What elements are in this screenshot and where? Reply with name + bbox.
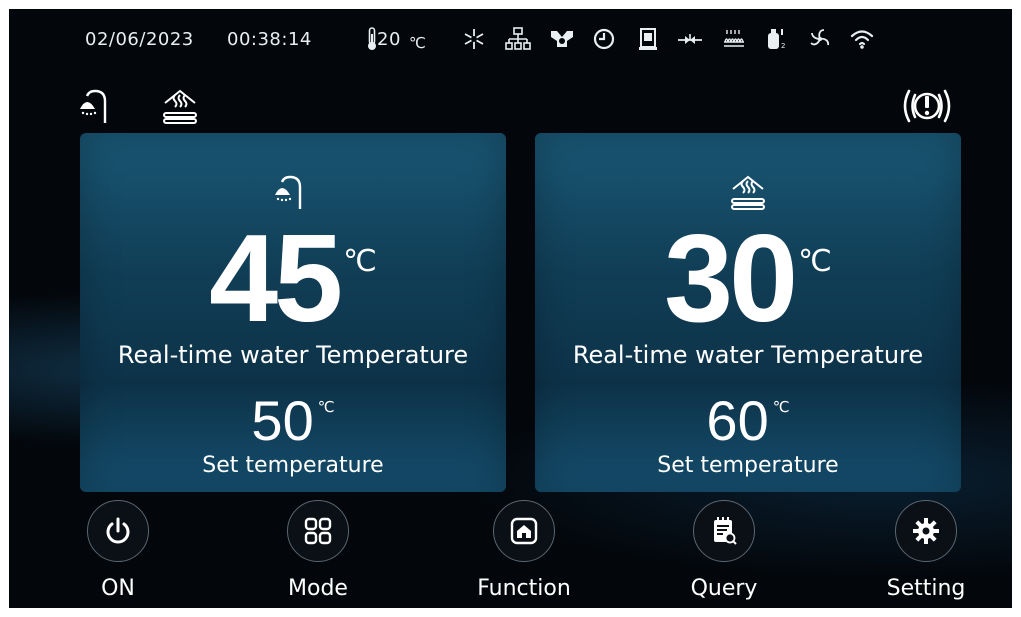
valve-icon <box>677 26 703 52</box>
controller-screen: 02/06/2023 00:38:14 20 ℃ 2 45 ℃ Real-tim… <box>9 9 1012 608</box>
on-button-label: ON <box>101 576 135 601</box>
ambient-temp-text: 20 <box>377 29 401 50</box>
query-button-label: Query <box>690 576 758 601</box>
thermometer-icon <box>359 26 376 52</box>
set-temp-label: Set temperature <box>202 453 384 478</box>
home-icon[interactable] <box>493 500 555 562</box>
query-button[interactable]: Query <box>661 498 791 608</box>
setting-button-label: Setting <box>886 576 966 601</box>
set-temp-label: Set temperature <box>657 453 839 478</box>
mode-button-label: Mode <box>288 576 348 601</box>
alarm-icon[interactable] <box>899 81 955 131</box>
grid-icon[interactable] <box>287 500 349 562</box>
fan-icon <box>807 26 833 52</box>
wifi-icon <box>849 26 875 52</box>
calendar-search-icon[interactable] <box>693 500 755 562</box>
floor-heating-icon[interactable] <box>159 87 201 127</box>
pump-icon <box>549 26 575 52</box>
status-bar: 02/06/2023 00:38:14 20 ℃ 2 <box>9 9 1012 69</box>
shower-icon <box>271 173 315 213</box>
heater-icon <box>721 26 747 52</box>
timer-icon <box>591 26 617 52</box>
set-temp-unit: ℃ <box>772 398 790 416</box>
floor-heating-icon <box>726 173 770 213</box>
realtime-temp-display: 30 ℃ <box>535 217 961 341</box>
set-temp-unit: ℃ <box>317 398 335 416</box>
power-icon[interactable] <box>87 500 149 562</box>
date-text: 02/06/2023 <box>85 29 194 50</box>
realtime-temp-value: 45 <box>209 210 343 348</box>
ambient-temp-unit: ℃ <box>409 34 427 52</box>
snowflake-defrost-icon <box>461 26 487 52</box>
set-temp-value: 60 <box>706 389 769 452</box>
network-icon <box>505 26 531 52</box>
mode-button[interactable]: Mode <box>255 498 385 608</box>
set-temp-value: 50 <box>251 389 314 452</box>
realtime-temp-label: Real-time water Temperature <box>117 341 469 369</box>
compressor-icon: 2 <box>763 26 789 52</box>
set-temp-display[interactable]: 60 ℃ <box>535 391 961 451</box>
realtime-temp-unit: ℃ <box>798 244 832 279</box>
realtime-temp-display: 45 ℃ <box>80 217 506 341</box>
function-button-label: Function <box>477 576 571 601</box>
realtime-temp-value: 30 <box>664 210 798 348</box>
floor-heating-card[interactable]: 30 ℃ Real-time water Temperature 60 ℃ Set … <box>535 133 961 492</box>
hot-water-card[interactable]: 45 ℃ Real-time water Temperature 50 ℃ Set … <box>80 133 506 492</box>
realtime-temp-label: Real-time water Temperature <box>572 341 924 369</box>
on-button[interactable]: ON <box>55 498 185 608</box>
realtime-temp-unit: ℃ <box>343 244 377 279</box>
shower-icon[interactable] <box>77 87 119 127</box>
gear-icon[interactable] <box>895 500 957 562</box>
function-button[interactable]: Function <box>461 498 591 608</box>
time-text: 00:38:14 <box>227 29 312 50</box>
water-tank-icon <box>635 26 661 52</box>
setting-button[interactable]: Setting <box>863 498 993 608</box>
set-temp-display[interactable]: 50 ℃ <box>80 391 506 451</box>
svg-text:2: 2 <box>781 42 785 50</box>
